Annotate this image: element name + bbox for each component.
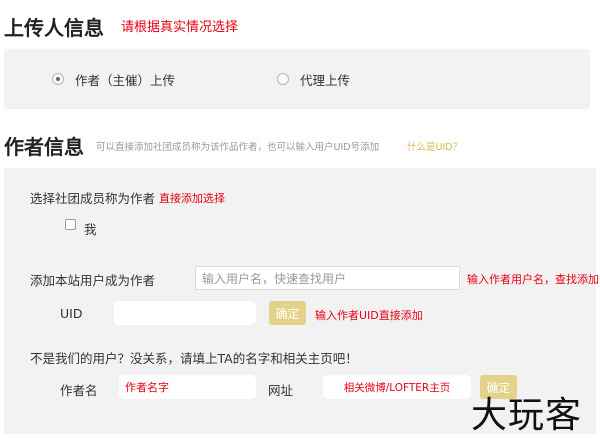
author-section-title: 作者信息 xyxy=(4,135,84,159)
radio-proxy-upload[interactable] xyxy=(277,73,289,85)
uploader-hint: 请根据真实情况选择 xyxy=(121,20,239,35)
url-input[interactable]: 相关微博/LOFTER主页 xyxy=(323,375,471,399)
me-checkbox-label[interactable]: 我 xyxy=(84,219,97,238)
uid-confirm-button[interactable]: 确定 xyxy=(269,301,306,325)
radio-proxy-upload-label[interactable]: 代理上传 xyxy=(300,70,350,89)
uploader-section-title: 上传人信息 xyxy=(4,16,104,40)
external-author-prompt: 不是我们的用户？没关系，请填上TA的名字和相关主页吧！ xyxy=(30,351,358,366)
uid-label: UID xyxy=(60,306,83,321)
radio-author-upload-label[interactable]: 作者（主催）上传 xyxy=(75,70,175,89)
what-is-uid-link[interactable]: 什么是UID？ xyxy=(407,139,462,153)
author-name-input[interactable]: 作者名字 xyxy=(119,375,256,399)
direct-add-link[interactable]: 直接添加选择 xyxy=(159,190,225,206)
watermark-logo: 大玩客 xyxy=(471,395,583,436)
uploader-panel: 作者（主催）上传 代理上传 xyxy=(4,49,590,109)
author-name-label: 作者名 xyxy=(60,383,98,398)
user-search-input[interactable]: 输入用户名，快速查找用户 xyxy=(195,266,460,290)
site-user-label: 添加本站用户成为作者 xyxy=(30,273,156,288)
uid-hint: 输入作者UID直接添加 xyxy=(315,309,423,322)
author-section-description: 可以直接添加社团成员称为该作品作者，也可以输入用户UID号添加 xyxy=(96,142,380,153)
user-search-hint: 输入作者用户名，查找添加 xyxy=(467,273,599,286)
url-label: 网址 xyxy=(268,383,294,398)
me-checkbox[interactable] xyxy=(65,219,76,230)
club-member-label: 选择社团成员称为作者 xyxy=(30,191,156,206)
uid-input[interactable] xyxy=(114,301,256,325)
radio-author-upload[interactable] xyxy=(52,73,64,85)
